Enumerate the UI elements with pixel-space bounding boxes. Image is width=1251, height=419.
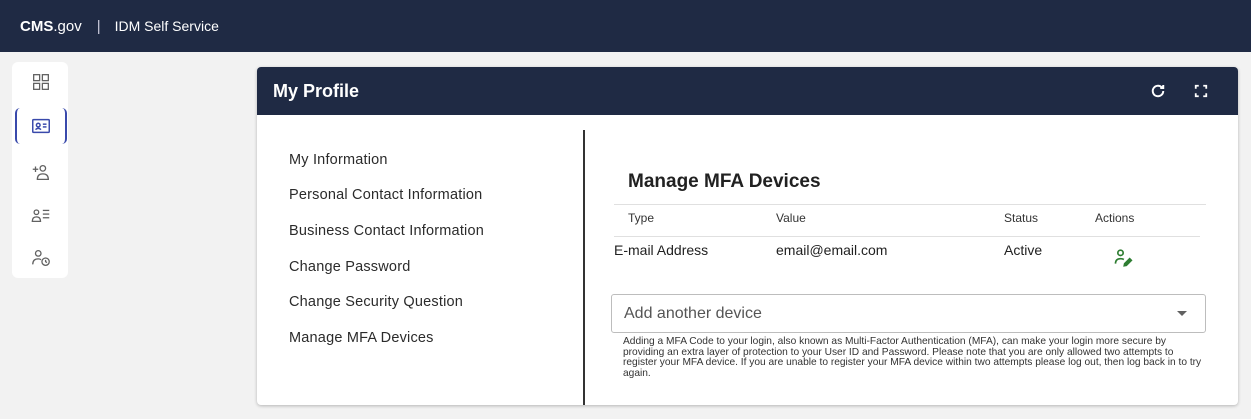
nav-business-contact[interactable]: Business Contact Information bbox=[289, 223, 484, 239]
nav-change-security-question[interactable]: Change Security Question bbox=[289, 294, 463, 310]
add-device-select[interactable]: Add another device bbox=[611, 294, 1206, 333]
column-header-value: Value bbox=[776, 211, 806, 225]
rail-profile-button[interactable] bbox=[15, 108, 67, 144]
cell-status: Active bbox=[1004, 242, 1043, 258]
chevron-down-icon bbox=[1177, 311, 1187, 316]
column-header-type: Type bbox=[628, 211, 655, 225]
card-header: My Profile bbox=[257, 67, 1238, 115]
rail-user-list-button[interactable] bbox=[15, 197, 67, 233]
brand-logo-bold: CMS bbox=[20, 17, 54, 35]
nav-my-information[interactable]: My Information bbox=[289, 152, 388, 168]
dashboard-icon bbox=[33, 74, 49, 90]
table-top-rule bbox=[614, 204, 1206, 205]
section-divider bbox=[583, 130, 585, 405]
refresh-button[interactable] bbox=[1146, 79, 1170, 103]
nav-manage-mfa-devices[interactable]: Manage MFA Devices bbox=[289, 330, 434, 346]
brand-separator: | bbox=[96, 17, 101, 35]
nav-change-password[interactable]: Change Password bbox=[289, 259, 411, 275]
app-title: IDM Self Service bbox=[114, 18, 219, 34]
profile-card: My Profile My Information Personal Conta… bbox=[257, 67, 1238, 405]
profile-card-icon bbox=[32, 118, 50, 134]
column-header-actions: Actions bbox=[1095, 211, 1135, 225]
side-rail bbox=[12, 62, 68, 278]
cell-type: E-mail Address bbox=[614, 242, 709, 258]
column-header-status: Status bbox=[1004, 211, 1039, 225]
fullscreen-icon bbox=[1194, 84, 1208, 98]
mfa-help-text: Adding a MFA Code to your login, also kn… bbox=[623, 336, 1202, 379]
refresh-icon bbox=[1151, 84, 1165, 98]
user-list-icon bbox=[31, 209, 50, 223]
edit-user-icon[interactable] bbox=[1113, 247, 1133, 267]
table-header-rule bbox=[614, 236, 1200, 237]
brand-logo-suffix: .gov bbox=[53, 17, 82, 35]
user-history-icon bbox=[32, 250, 50, 266]
top-bar: CMS .gov | IDM Self Service bbox=[0, 0, 1251, 52]
rail-user-history-button[interactable] bbox=[15, 240, 67, 276]
rail-add-user-button[interactable] bbox=[15, 154, 67, 190]
add-user-icon bbox=[32, 164, 49, 180]
cell-value: email@email.com bbox=[776, 242, 888, 258]
add-device-placeholder: Add another device bbox=[624, 304, 762, 322]
fullscreen-button[interactable] bbox=[1189, 79, 1213, 103]
page-title: My Profile bbox=[273, 80, 360, 101]
nav-personal-contact[interactable]: Personal Contact Information bbox=[289, 187, 482, 203]
mfa-section-title: Manage MFA Devices bbox=[628, 171, 821, 192]
rail-dashboard-button[interactable] bbox=[15, 64, 67, 100]
